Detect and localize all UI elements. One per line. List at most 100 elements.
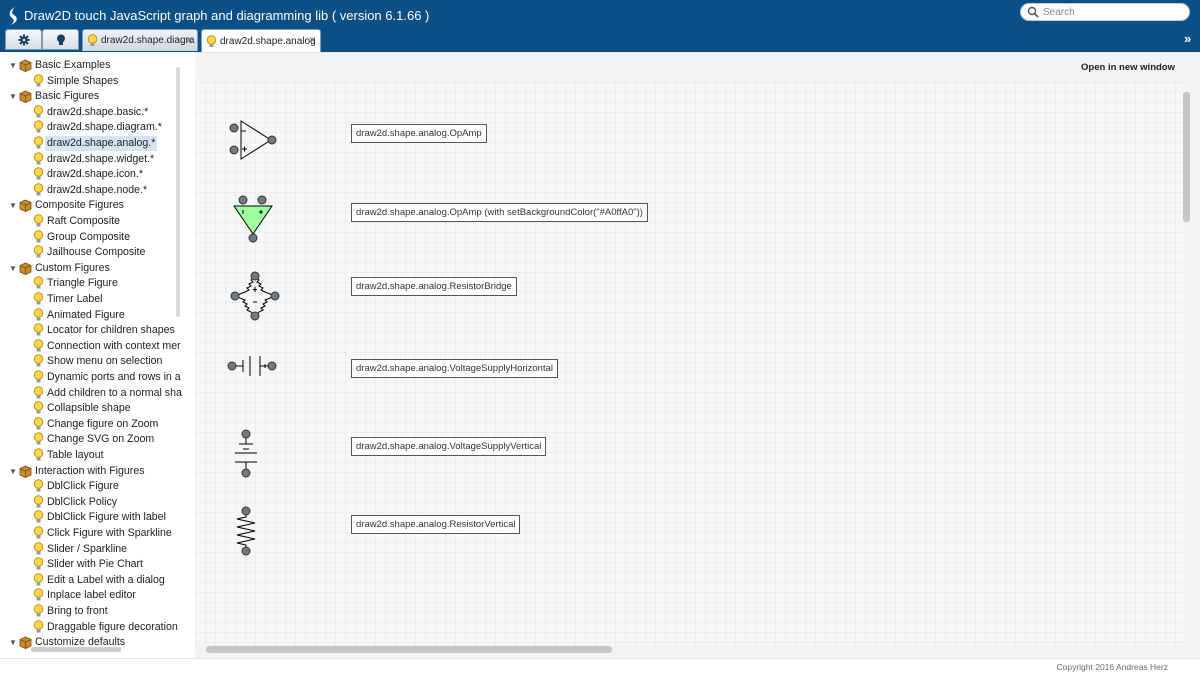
lightbulb-icon [33,479,44,492]
tree-item[interactable]: Group Composite [0,229,190,245]
close-icon[interactable]: ✕ [308,35,316,46]
tree-item[interactable]: Edit a Label with a dialog [0,573,190,588]
tree-folder[interactable]: ▼ Basic Examples [0,58,190,73]
expand-arrow-icon[interactable]: ▼ [9,92,17,101]
shape-label[interactable]: draw2d.shape.analog.ResistorBridge [351,277,517,296]
tree-label: Click Figure with Sparkline [47,527,172,539]
expand-arrow-icon[interactable]: ▼ [9,638,17,647]
tree-item[interactable]: draw2d.shape.analog.* [0,136,190,151]
tree-label: Connection with context mer [47,339,181,352]
tree-item[interactable]: Show menu on selection [0,354,190,369]
tree-folder[interactable]: ▼ Basic Figures [0,89,190,104]
search-box[interactable] [1020,3,1190,21]
tree-item[interactable]: Add children to a normal sha [0,385,190,401]
search-icon [1027,6,1039,18]
lightbulb-icon [33,510,44,523]
lightbulb-icon [33,401,44,414]
tree-item[interactable]: draw2d.shape.icon.* [0,167,190,182]
scroll-thumb[interactable] [1183,92,1190,222]
expand-arrow-icon[interactable]: ▼ [9,201,17,210]
search-input[interactable] [1043,6,1183,19]
tree-label: Custom Figures [35,261,110,274]
opamp-figure[interactable] [229,118,279,162]
tree-label: draw2d.shape.analog.* [45,136,158,151]
tree-item[interactable]: Animated Figure [0,307,190,323]
tree-item[interactable]: Draggable figure decoration [0,619,190,635]
tree-item[interactable]: draw2d.shape.diagram.* [0,120,190,135]
voltage-supply-horizontal-figure[interactable] [227,354,279,378]
tree-item[interactable]: Change figure on Zoom [0,417,190,432]
tree-item[interactable]: Locator for children shapes [0,323,190,338]
lightbulb-icon [33,183,44,196]
tree-label: Basic Examples [35,59,111,71]
close-icon[interactable]: ✕ [185,35,193,46]
tree-folder[interactable]: ▼ Custom Figures [0,261,190,276]
tree-item[interactable]: Raft Composite [0,214,190,229]
lightbulb-icon [33,526,44,539]
canvas-vertical-scrollbar[interactable] [1180,92,1190,648]
diagram-canvas[interactable]: draw2d.shape.analog.OpAmp draw2d.shape.a… [195,82,1185,645]
lightbulb-icon [33,120,44,133]
tree-item[interactable]: Jailhouse Composite [0,245,190,260]
tab-diagram[interactable]: draw2d.shape.diagra ✕ [82,29,198,51]
tree-item[interactable]: DblClick Figure with label [0,510,190,525]
tree-label: draw2d.shape.diagram.* [47,121,162,134]
tree-label: Add children to a normal sha [47,386,182,399]
examples-button[interactable] [42,29,79,50]
tree-item[interactable]: Change SVG on Zoom [0,432,190,447]
tree-item[interactable]: Bring to front [0,604,190,619]
tree-item[interactable]: Click Figure with Sparkline [0,526,190,541]
tree-label: Collapsible shape [47,402,131,415]
lightbulb-icon [33,323,44,336]
settings-button[interactable] [5,29,42,50]
sidebar-scrollbar[interactable] [176,67,180,317]
tree-label: DblClick Policy [47,495,118,508]
package-icon [19,636,32,650]
double-chevron-right-icon[interactable]: » [1184,31,1191,46]
tree-item[interactable]: Triangle Figure [0,276,190,291]
tree-item[interactable]: Connection with context mer [0,339,190,354]
tree-item[interactable]: Slider / Sparkline [0,541,190,557]
tree-item[interactable]: Timer Label [0,292,190,307]
lightbulb-icon [33,370,44,383]
shape-label[interactable]: draw2d.shape.analog.OpAmp (with setBackg… [351,203,648,222]
resistor-bridge-figure[interactable] [229,270,281,322]
resistor-vertical-figure[interactable] [233,506,259,558]
shape-label[interactable]: draw2d.shape.analog.ResistorVertical [351,515,521,534]
expand-arrow-icon[interactable]: ▼ [9,61,17,70]
package-icon [19,199,32,213]
tree-item[interactable]: Simple Shapes [0,73,190,89]
tree-item[interactable]: Table layout [0,448,190,463]
app-title: Draw2D touch JavaScript graph and diagra… [24,8,430,23]
shape-label[interactable]: draw2d.shape.analog.VoltageSupplyVertica… [351,437,547,456]
app-header: Draw2D touch JavaScript graph and diagra… [0,0,1200,52]
canvas-horizontal-scrollbar[interactable] [195,644,1185,654]
opamp-green-figure[interactable] [231,195,277,245]
scroll-thumb[interactable] [206,646,612,653]
tree-item[interactable]: draw2d.shape.node.* [0,183,190,198]
expand-arrow-icon[interactable]: ▼ [9,264,17,273]
sidebar-horizontal-scrollbar[interactable] [31,647,121,652]
tree-item[interactable]: DblClick Policy [0,495,190,510]
tree-item[interactable]: DblClick Figure [0,479,190,494]
copyright-text: Copyright 2016 Andreas Herz [1056,662,1168,672]
package-icon [19,465,32,478]
tree-label: Bring to front [47,605,108,617]
shape-label[interactable]: draw2d.shape.analog.OpAmp [351,124,487,143]
tree-item[interactable]: Collapsible shape [0,401,190,416]
tree-item[interactable]: Dynamic ports and rows in a [0,370,190,385]
tree-item[interactable]: draw2d.shape.basic.* [0,105,190,120]
tree-item[interactable]: draw2d.shape.widget.* [0,151,190,167]
tab-label: draw2d.shape.analog [220,35,316,47]
tree-label: Table layout [47,449,104,461]
tree-folder[interactable]: ▼ Interaction with Figures [0,464,190,479]
tree-item[interactable]: Inplace label editor [0,588,190,603]
expand-arrow-icon[interactable]: ▼ [9,467,17,476]
open-in-new-window-button[interactable]: Open in new window [1081,62,1175,73]
tab-analog[interactable]: draw2d.shape.analog ✕ [201,29,321,52]
shape-label[interactable]: draw2d.shape.analog.VoltageSupplyHorizon… [351,359,558,378]
voltage-supply-vertical-figure[interactable] [233,429,259,479]
tree-label: Animated Figure [47,308,125,321]
tree-item[interactable]: Slider with Pie Chart [0,557,190,572]
tree-folder[interactable]: ▼ Composite Figures [0,198,190,213]
